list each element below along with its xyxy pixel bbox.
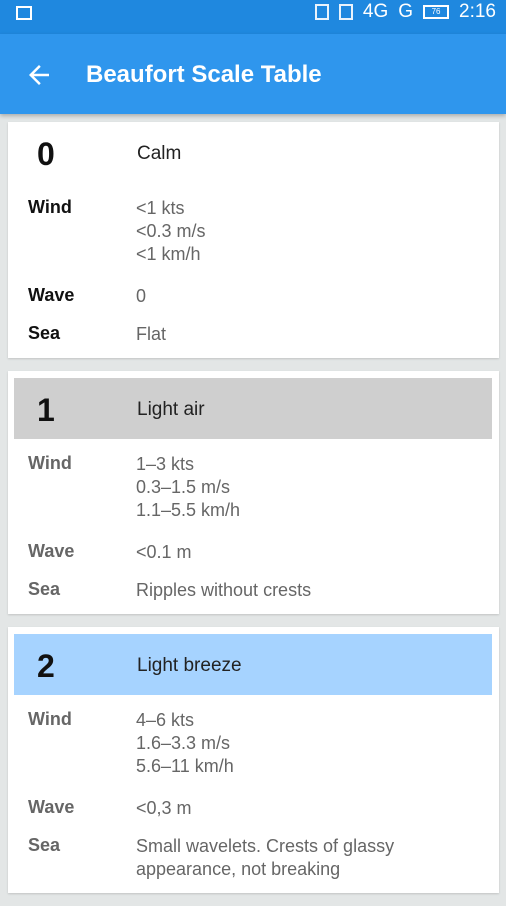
- sea-label: Sea: [28, 323, 61, 343]
- sea-row: Sea Small wavelets. Crests of glassy app…: [28, 835, 487, 881]
- app-bar: Beaufort Scale Table: [0, 34, 506, 114]
- sea-row: Sea Ripples without crests: [28, 579, 487, 602]
- wind-ms: 0.3–1.5 m/s: [136, 477, 231, 497]
- network-label: 4G: [362, 1, 389, 22]
- wifi-icon: [338, 4, 353, 20]
- wind-label: Wind: [28, 453, 72, 473]
- wind-row: Wind <1 kts <0.3 m/s <1 km/h: [28, 197, 487, 266]
- wave-value: <0.1 m: [136, 542, 192, 562]
- battery-icon: 76: [423, 5, 450, 19]
- card-header-selected: 2 Light breeze: [14, 634, 492, 695]
- wave-row: Wave 0: [28, 285, 487, 308]
- sea-row: Sea Flat: [28, 323, 487, 346]
- wind-kts: 4–6 kts: [136, 710, 195, 730]
- wave-label: Wave: [28, 285, 75, 305]
- wave-row: Wave <0,3 m: [28, 797, 487, 820]
- force-name: Light air: [137, 399, 205, 420]
- wind-label: Wind: [28, 709, 72, 729]
- wind-label: Wind: [28, 197, 72, 217]
- force-name: Light breeze: [137, 655, 242, 676]
- clock: 2:16: [459, 1, 496, 22]
- wind-kts: 1–3 kts: [136, 454, 195, 474]
- beaufort-list[interactable]: 0 Calm Wind <1 kts <0.3 m/s <1 km/h Wave…: [8, 122, 499, 906]
- wind-row: Wind 1–3 kts 0.3–1.5 m/s 1.1–5.5 km/h: [28, 453, 487, 522]
- wind-kts: <1 kts: [136, 198, 185, 218]
- network-label-2: G: [398, 1, 414, 22]
- arrow-left-icon[interactable]: [24, 60, 54, 90]
- wind-kmh: 5.6–11 km/h: [136, 756, 234, 776]
- page-title: Beaufort Scale Table: [86, 61, 322, 88]
- wind-ms: 1.6–3.3 m/s: [136, 733, 231, 753]
- card-header: 1 Light air: [14, 378, 492, 439]
- beaufort-card-1[interactable]: 1 Light air Wind 1–3 kts 0.3–1.5 m/s 1.1…: [8, 371, 499, 614]
- sea-value: Flat: [136, 324, 167, 344]
- beaufort-card-2[interactable]: 2 Light breeze Wind 4–6 kts 1.6–3.3 m/s …: [8, 627, 499, 893]
- beaufort-card-0[interactable]: 0 Calm Wind <1 kts <0.3 m/s <1 km/h Wave…: [8, 122, 499, 358]
- force-number: 1: [37, 392, 55, 428]
- back-arrow-graphic: [29, 65, 49, 85]
- vibrate-icon: [314, 4, 329, 20]
- wave-label: Wave: [28, 797, 75, 817]
- wave-value: <0,3 m: [136, 798, 192, 818]
- sea-label: Sea: [28, 835, 61, 855]
- wind-ms: <0.3 m/s: [136, 221, 206, 241]
- status-bar: 4G G 76 2:16: [0, 0, 506, 34]
- wave-label: Wave: [28, 541, 75, 561]
- sea-label: Sea: [28, 579, 61, 599]
- sea-value: Small wavelets. Crests of glassy appeara…: [136, 836, 395, 879]
- image-notification-icon: [16, 6, 32, 20]
- card-header: 0 Calm: [14, 122, 492, 183]
- force-number: 0: [37, 136, 55, 172]
- wind-row: Wind 4–6 kts 1.6–3.3 m/s 5.6–11 km/h: [28, 709, 487, 778]
- force-name: Calm: [137, 143, 182, 164]
- wave-row: Wave <0.1 m: [28, 541, 487, 564]
- force-number: 2: [37, 648, 55, 684]
- wave-value: 0: [136, 286, 147, 306]
- sea-value: Ripples without crests: [136, 580, 312, 600]
- wind-kmh: 1.1–5.5 km/h: [136, 500, 241, 520]
- wind-kmh: <1 km/h: [136, 244, 201, 264]
- status-icons: 4G G 76 2:16: [314, 0, 496, 24]
